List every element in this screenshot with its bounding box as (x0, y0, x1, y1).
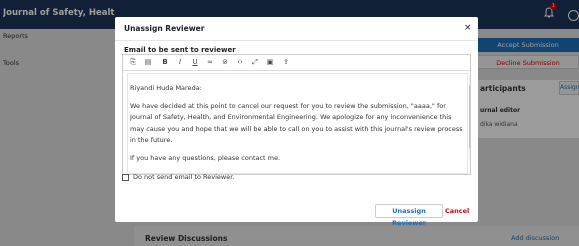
email-paragraph-1: We have decided at this point to cancel … (130, 101, 463, 145)
editor-body[interactable]: Riyandi Huda Mareda: We have decided at … (123, 71, 470, 174)
unassign-reviewer-modal: Unassign Reviewer × Email to be sent to … (115, 17, 478, 227)
editor-content[interactable]: Riyandi Huda Mareda: We have decided at … (127, 73, 468, 174)
cancel-button[interactable]: Cancel (445, 204, 469, 218)
image-icon[interactable]: ▣ (264, 57, 276, 68)
fullscreen-icon[interactable]: ⤢ (249, 57, 261, 68)
modal-header: Unassign Reviewer × (115, 17, 478, 41)
unassign-reviewer-button[interactable]: Unassign Reviewer (375, 204, 443, 227)
email-body-text[interactable]: Riyandi Huda Mareda: We have decided at … (130, 83, 466, 170)
modal-title: Unassign Reviewer (124, 24, 205, 33)
paste-icon[interactable]: ▤ (142, 57, 154, 68)
email-greeting: Riyandi Huda Mareda: (130, 84, 202, 92)
bold-icon[interactable]: B (159, 57, 171, 68)
do-not-send-email-checkbox[interactable] (122, 174, 129, 181)
email-paragraph-2: If you have any questions, please contac… (130, 153, 281, 162)
email-editor[interactable]: ⎘ ▤ B I U ∞ ⊘ ‹› ⤢ ▣ ⇪ Riyandi Huda Mare… (122, 54, 471, 175)
upload-icon[interactable]: ⇪ (280, 57, 292, 68)
scroll-up-icon[interactable]: ▲ (469, 75, 470, 80)
italic-icon[interactable]: I (174, 57, 186, 68)
checkbox-label[interactable]: Do not send email to Reviewer. (133, 173, 234, 181)
link-icon[interactable]: ∞ (204, 57, 216, 68)
email-label: Email to be sent to reviewer (124, 46, 236, 54)
editor-toolbar: ⎘ ▤ B I U ∞ ⊘ ‹› ⤢ ▣ ⇪ (123, 55, 470, 71)
underline-icon[interactable]: U (189, 57, 201, 68)
unlink-icon[interactable]: ⊘ (219, 57, 231, 68)
close-icon[interactable]: × (464, 23, 472, 33)
scroll-thumb[interactable] (469, 85, 470, 149)
copy-icon[interactable]: ⎘ (127, 57, 139, 68)
scroll-down-icon[interactable]: ▼ (469, 158, 470, 163)
code-icon[interactable]: ‹› (234, 57, 246, 68)
